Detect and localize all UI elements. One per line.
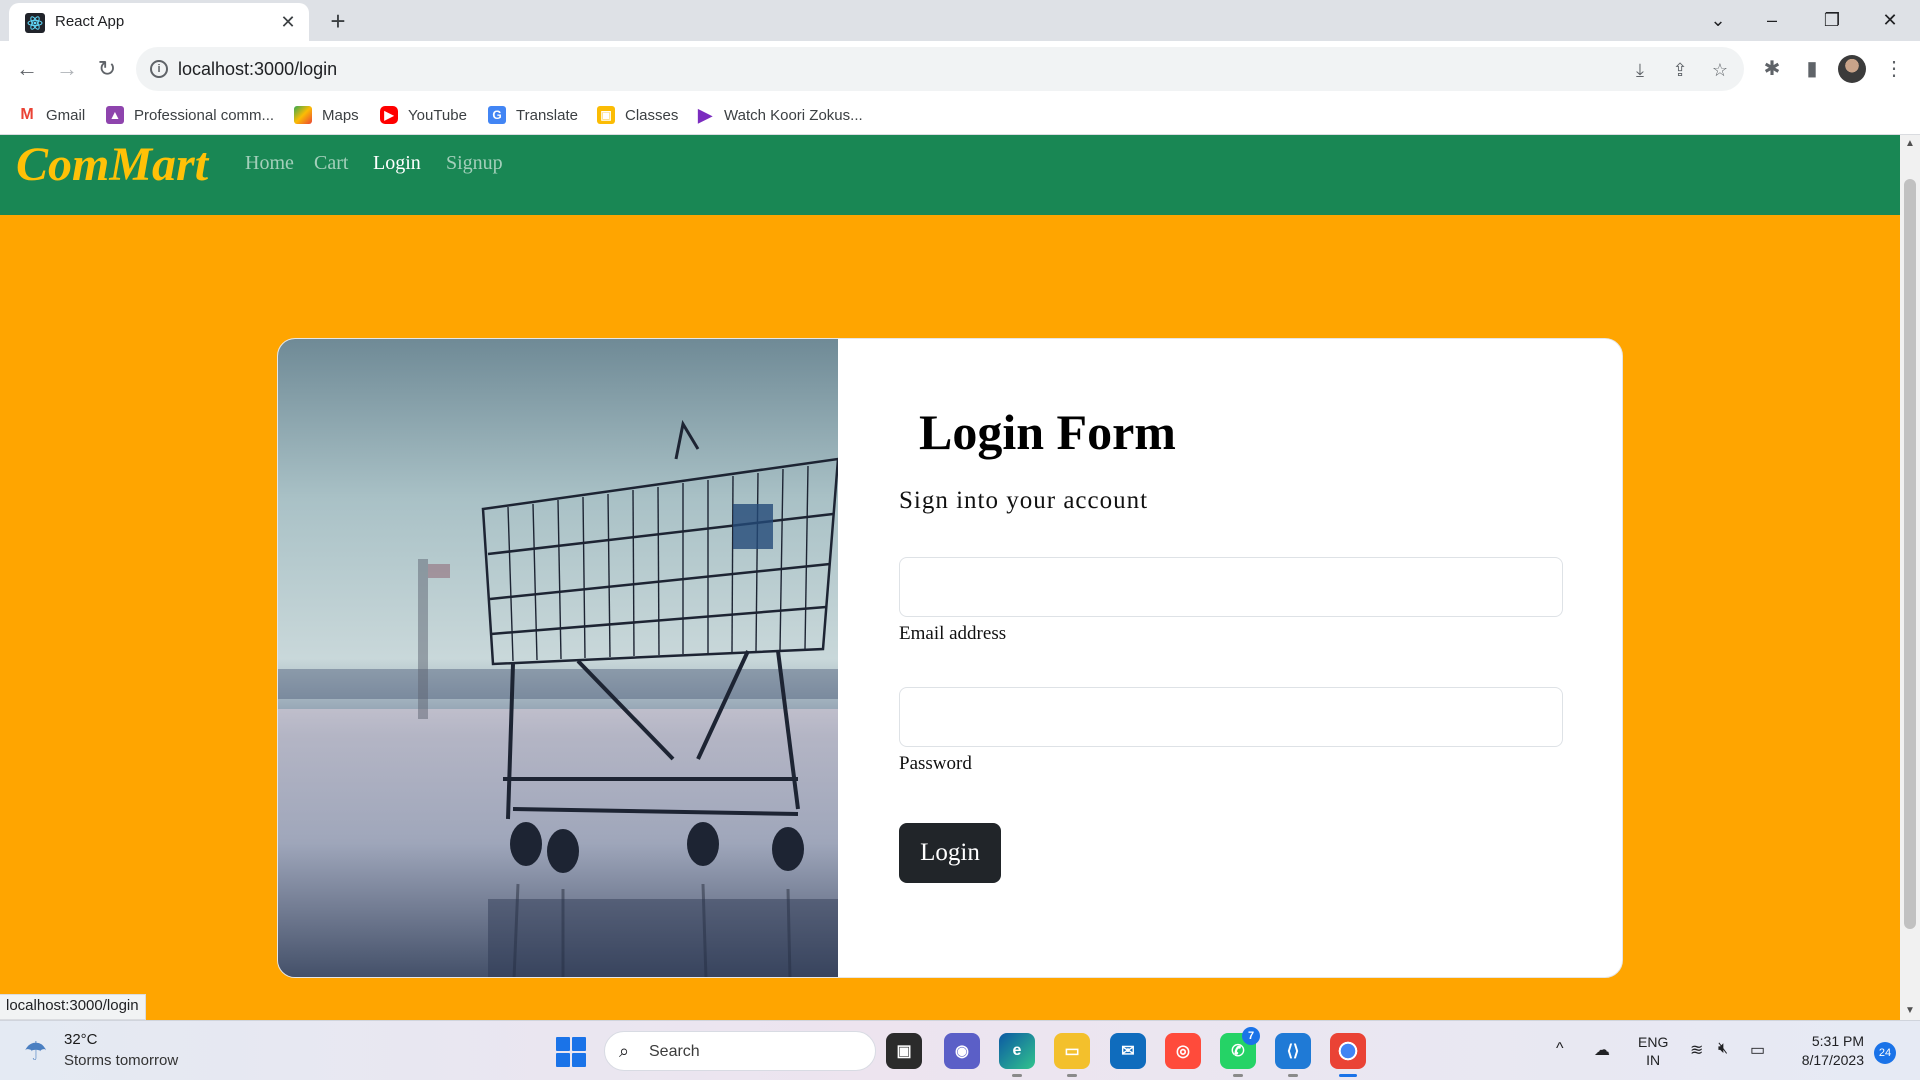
battery-icon[interactable]: ▭	[1750, 1040, 1765, 1060]
gmail-icon: M	[18, 106, 36, 124]
translate-icon: G	[488, 106, 506, 124]
nav-home[interactable]: Home	[245, 152, 294, 175]
site-navbar: ComMart Home Cart Login Signup	[0, 135, 1900, 215]
bookmark-label: YouTube	[408, 106, 467, 124]
volume-muted-icon[interactable]: 🔇︎	[1718, 1040, 1728, 1058]
share-icon[interactable]: ⇪	[1669, 59, 1691, 81]
restore-icon[interactable]: ❐	[1812, 4, 1852, 36]
profile-avatar[interactable]	[1838, 55, 1866, 83]
bookmark-label: Translate	[516, 106, 578, 124]
bookmark-maps[interactable]: Maps	[294, 103, 359, 127]
nav-cart[interactable]: Cart	[314, 152, 348, 175]
status-bar-url: localhost:3000/login	[0, 994, 146, 1020]
form-title: Login Form	[919, 404, 1176, 460]
teams-chat-icon[interactable]: ◉	[944, 1033, 980, 1069]
bookmark-label: Gmail	[46, 106, 86, 124]
search-icon: ⌕	[619, 1041, 630, 1061]
minimize-icon[interactable]: –	[1752, 4, 1792, 36]
mail-icon[interactable]: ✉	[1110, 1033, 1146, 1069]
lang-region: IN	[1646, 1052, 1661, 1068]
back-icon[interactable]: ←	[11, 53, 43, 85]
email-field[interactable]	[899, 557, 1563, 617]
nav-signup[interactable]: Signup	[446, 152, 503, 175]
search-placeholder: Search	[649, 1043, 700, 1060]
whatsapp-badge: 7	[1242, 1027, 1260, 1045]
page-scrollbar[interactable]: ▲ ▼	[1900, 135, 1920, 1020]
bookmark-classes[interactable]: ▣ Classes	[597, 103, 678, 127]
nav-login[interactable]: Login	[373, 152, 421, 175]
forward-icon[interactable]: →	[51, 53, 83, 85]
bookmark-label: Maps	[322, 106, 359, 124]
tab-search-icon[interactable]: ⌄	[1698, 4, 1738, 36]
bookmark-professional[interactable]: ▲ Professional comm...	[106, 103, 274, 127]
brand-logo[interactable]: ComMart	[16, 137, 208, 192]
onedrive-icon[interactable]: ☁	[1594, 1040, 1610, 1060]
extensions-icon[interactable]: ✱	[1756, 53, 1788, 85]
react-icon	[25, 13, 45, 33]
scroll-thumb[interactable]	[1904, 179, 1916, 929]
weather-desc[interactable]: Storms tomorrow	[64, 1052, 178, 1069]
url-text[interactable]: localhost:3000/login	[178, 59, 337, 80]
chrome-icon[interactable]	[1330, 1033, 1366, 1077]
scroll-up-icon[interactable]: ▲	[1900, 135, 1920, 153]
time-text: 5:31 PM	[1811, 1033, 1864, 1049]
professional-comm-icon: ▲	[106, 106, 124, 124]
date-text: 8/17/2023	[1801, 1052, 1864, 1068]
whatsapp-icon[interactable]: ✆ 7	[1220, 1027, 1260, 1077]
play-icon: ▶	[698, 104, 712, 125]
login-form: Login Form Sign into your account Email …	[838, 339, 1622, 977]
bookmark-watch[interactable]: ▶ Watch Koori Zokus...	[696, 103, 863, 127]
windows-start-icon[interactable]	[556, 1037, 586, 1067]
reload-icon[interactable]: ↻	[91, 53, 123, 85]
scroll-down-icon[interactable]: ▼	[1900, 1002, 1920, 1020]
shopping-cart-image	[278, 339, 838, 977]
close-tab-icon[interactable]: ✕	[277, 11, 299, 33]
password-label: Password	[899, 753, 972, 774]
edge-icon[interactable]: e	[999, 1033, 1035, 1077]
browser-tab[interactable]: React App ✕	[9, 3, 309, 41]
file-explorer-icon[interactable]: ▭	[1054, 1033, 1090, 1077]
bookmark-label: Professional comm...	[134, 106, 275, 124]
weather-storm-icon[interactable]: ☂	[24, 1035, 56, 1067]
login-card: Login Form Sign into your account Email …	[277, 338, 1623, 978]
classes-icon: ▣	[597, 106, 615, 124]
side-panel-icon[interactable]: ▮	[1796, 53, 1828, 85]
vscode-icon[interactable]: ⟨⟩	[1275, 1033, 1311, 1077]
bookmarks-bar: M Gmail ▲ Professional comm... Maps ▶ Yo…	[0, 97, 1920, 135]
bookmark-label: Watch Koori Zokus...	[724, 106, 863, 124]
bookmark-star-icon[interactable]: ☆	[1709, 59, 1731, 81]
new-tab-icon[interactable]: +	[324, 7, 352, 35]
clock[interactable]: 5:31 PM 8/17/2023	[1788, 1032, 1864, 1070]
page-viewport: ComMart Home Cart Login Signup Login For…	[0, 135, 1900, 1020]
form-subtitle: Sign into your account	[899, 487, 1149, 514]
close-window-icon[interactable]: ✕	[1870, 4, 1910, 36]
bookmark-gmail[interactable]: M Gmail	[18, 103, 85, 127]
taskbar-search[interactable]: ⌕ Search	[604, 1031, 876, 1071]
bookmark-label: Classes	[625, 106, 679, 124]
site-info-icon[interactable]: i	[150, 60, 168, 78]
install-icon[interactable]: ⤓	[1629, 59, 1651, 81]
address-bar[interactable]: i localhost:3000/login ⤓ ⇪ ☆	[136, 47, 1744, 91]
tab-title: React App	[55, 13, 125, 30]
task-view-icon[interactable]: ▣	[886, 1033, 922, 1069]
tab-strip: React App ✕ + ⌄ – ❐ ✕	[0, 0, 1920, 41]
menu-icon[interactable]: ⋮	[1878, 53, 1910, 85]
password-field[interactable]	[899, 687, 1563, 747]
maps-icon	[294, 106, 312, 124]
notification-badge[interactable]: 24	[1874, 1042, 1896, 1064]
language-indicator[interactable]: ENG IN	[1638, 1033, 1668, 1069]
email-label: Email address	[899, 623, 1007, 644]
lang-code: ENG	[1638, 1034, 1669, 1050]
windows-taskbar: ☂ 32°C Storms tomorrow ⌕ Search ▣ ◉ e ▭ …	[0, 1020, 1920, 1080]
browser-toolbar: ← → ↻ i localhost:3000/login ⤓ ⇪ ☆ ✱ ▮ ⋮	[0, 41, 1920, 97]
bookmark-translate[interactable]: G Translate	[488, 103, 578, 127]
camera-app-icon[interactable]: ◎	[1165, 1033, 1201, 1069]
youtube-icon: ▶	[380, 106, 398, 124]
show-hidden-icon[interactable]: ^	[1556, 1040, 1564, 1058]
weather-temp[interactable]: 32°C	[64, 1031, 98, 1048]
wifi-icon[interactable]: ≋	[1690, 1040, 1703, 1060]
bookmark-youtube[interactable]: ▶ YouTube	[380, 103, 467, 127]
login-button[interactable]: Login	[899, 823, 1001, 883]
